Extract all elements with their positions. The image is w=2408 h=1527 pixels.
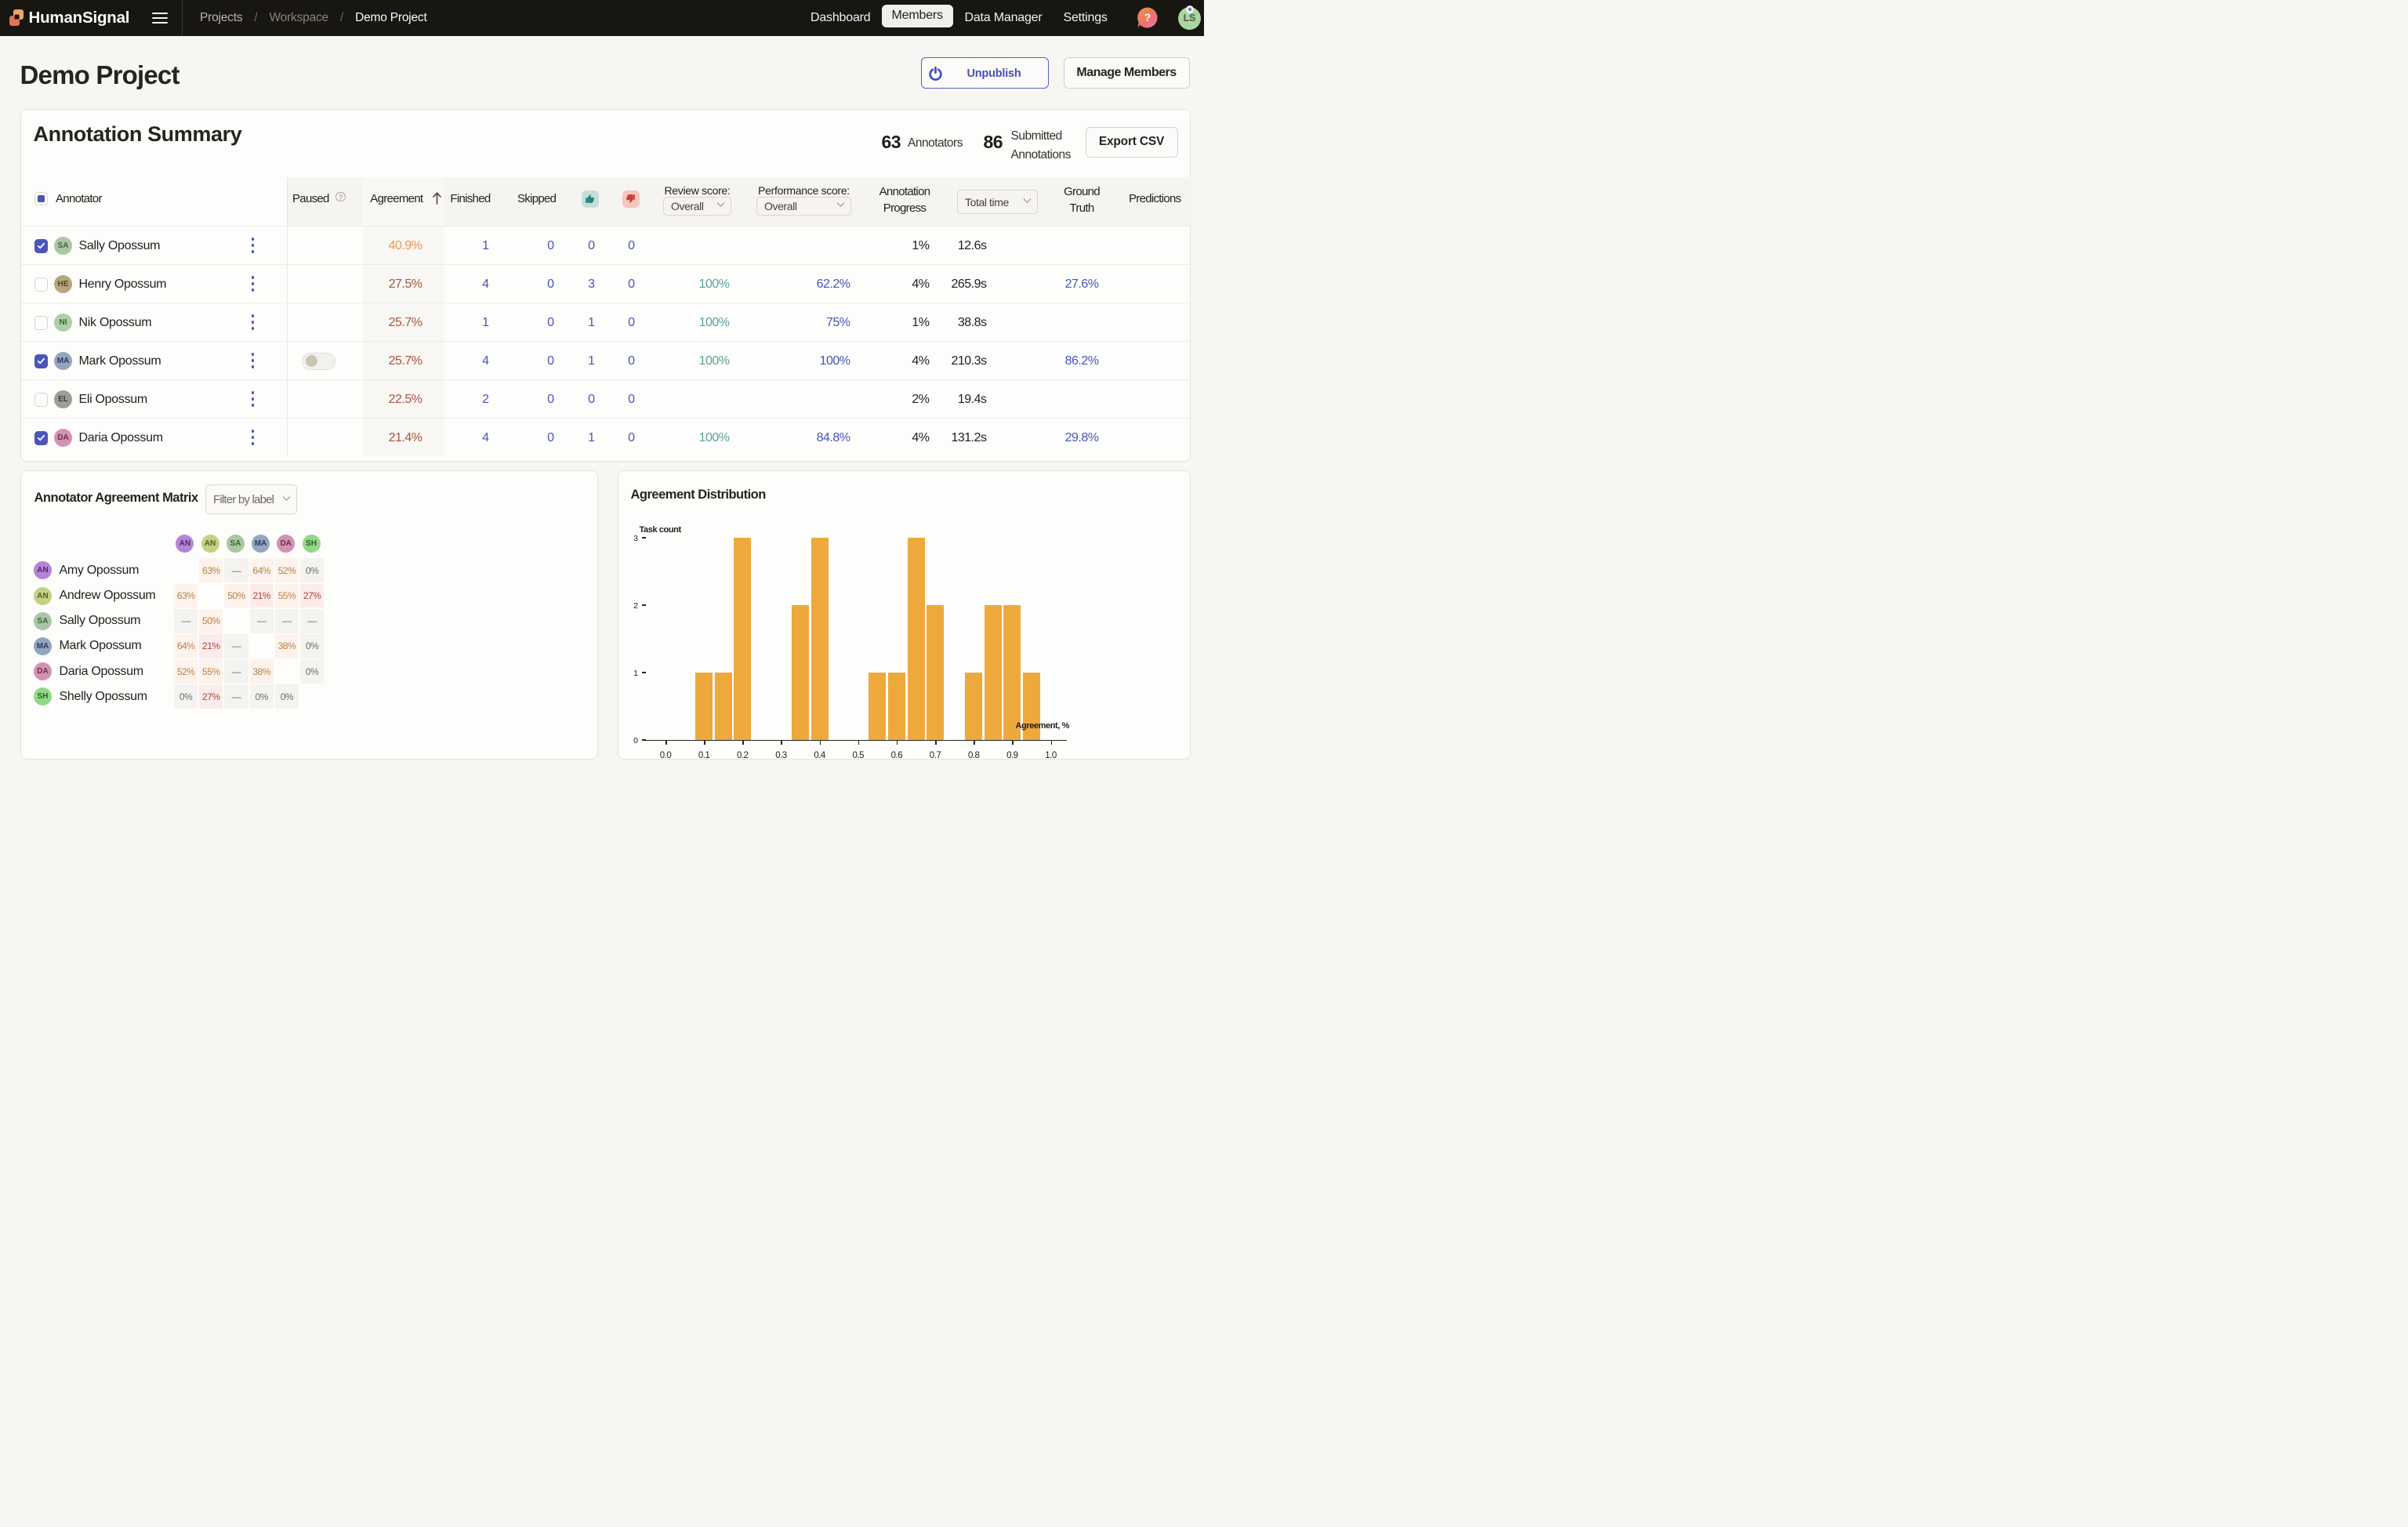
svg-text:?: ?	[1144, 11, 1151, 24]
